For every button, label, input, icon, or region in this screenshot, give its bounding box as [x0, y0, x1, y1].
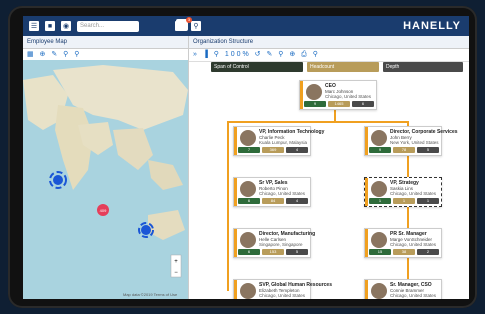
app-logo: HANELLY [403, 20, 461, 32]
avatar [240, 181, 256, 197]
org-card-pr-mgr[interactable]: PR Sr. Manager Marge VonSchneider Chicago,… [364, 228, 442, 258]
avatar [371, 283, 387, 299]
employee-map-panel: Employee Map ▦ ⊕ ✎ ⚲ ⚲ 409 + − Map data … [23, 36, 189, 299]
org-connector [227, 121, 229, 291]
home-icon[interactable]: ■ [45, 21, 55, 31]
search-icon[interactable]: ⚲ [191, 21, 201, 31]
avatar [240, 232, 256, 248]
org-toolbar[interactable]: » ▐ ⚲ 100% ↺ ✎ ⚲ ⊕ ⎙ ⚲ [189, 49, 469, 62]
org-card-ceo[interactable]: CEO Marc Johnson Chicago, United States … [299, 80, 377, 110]
filter-span-of-control[interactable]: Span of Control [211, 62, 303, 72]
top-bar: ☰ ■ ◉ Search... ▦ ⚲ 3 HANELLY [23, 16, 469, 36]
tab-employee-map[interactable]: Employee Map [23, 36, 188, 49]
globe-icon[interactable]: ◉ [61, 21, 71, 31]
avatar [371, 181, 387, 197]
tablet-screen: ☰ ■ ◉ Search... ▦ ⚲ 3 HANELLY Employee M… [23, 16, 469, 299]
org-card-vp-it[interactable]: VP, Information Technology Charlie Peck Ku… [233, 126, 324, 156]
tab-org-structure[interactable]: Organization Structure [189, 36, 469, 49]
org-card-dir-corp[interactable]: Director, Corporate Services John Berry Ne… [364, 126, 458, 156]
map-attribution: Map data ©2019 Terms of Use [123, 292, 178, 297]
avatar [240, 130, 256, 146]
org-connector [334, 108, 336, 122]
filter-headcount[interactable]: Headcount [307, 62, 379, 72]
avatar [371, 130, 387, 146]
filter-depth[interactable]: Depth [383, 62, 463, 72]
svg-text:+: + [174, 259, 178, 265]
filter-bar: Span of Control Headcount Depth [189, 62, 469, 74]
org-structure-panel: Organization Structure » ▐ ⚲ 100% ↺ ✎ ⚲ … [189, 36, 469, 299]
menu-icon[interactable]: ☰ [29, 21, 39, 31]
org-card-sr-csm[interactable]: Sr. Manager, CSO Connie Brammer Chicago, U… [364, 279, 442, 299]
map-graphic: 409 + − [23, 65, 188, 278]
search-input[interactable]: Search... [77, 20, 139, 32]
avatar [240, 283, 256, 299]
org-card-svp-hr[interactable]: SVP, Global Human Resources Elizabeth Tem… [233, 279, 332, 299]
org-connector [227, 121, 407, 123]
avatar [371, 232, 387, 248]
svg-text:409: 409 [100, 208, 107, 213]
org-card-svp-sales[interactable]: Sr VP, Sales Roberto Pinon Chicago, United… [233, 177, 311, 207]
world-map[interactable]: 409 + − Map data ©2019 Terms of Use [23, 60, 188, 299]
avatar [306, 84, 322, 100]
org-card-dir-mfg[interactable]: Director, Manufacturing Helle Carlsen Sing… [233, 228, 315, 258]
svg-text:−: − [174, 270, 178, 276]
org-card-vp-strategy[interactable]: VP, Strategy Saskia Lins Chicago, United S… [364, 177, 442, 207]
notification-badge: 3 [186, 17, 192, 23]
